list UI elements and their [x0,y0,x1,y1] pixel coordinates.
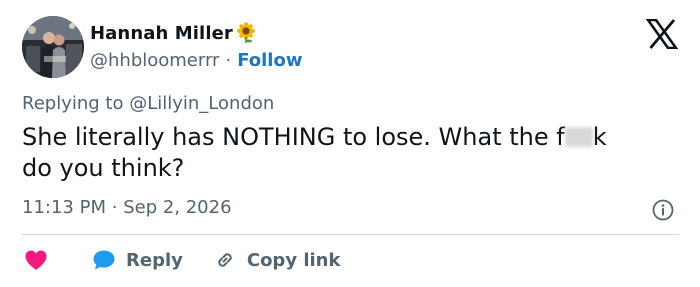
author-name-row: Hannah Miller [90,20,257,46]
copy-link-label: Copy link [246,249,341,271]
tweet-time: 11:13 PM [22,197,106,218]
tweet-text-line1-b: k [592,123,607,151]
heart-icon [24,249,48,271]
action-bar: Reply Copy link [24,246,340,274]
info-icon[interactable] [652,199,674,221]
display-name[interactable]: Hannah Miller [90,23,233,44]
reply-label: Reply [126,249,183,271]
meta-separator: · [111,197,118,218]
author-handle-row: @hhbloomerrr · Follow [90,48,302,72]
handle-separator: · [225,49,232,71]
sunflower-icon [235,22,257,44]
follow-button[interactable]: Follow [237,50,302,71]
link-icon [213,248,237,272]
tweet-text-line1-a: She literally has NOTHING to lose. What … [22,123,565,151]
replying-to: Replying to @Lillyin_London [22,93,274,114]
avatar[interactable] [22,16,84,78]
reply-bubble-icon [92,249,116,271]
tweet-text-line2: do you think? [22,154,185,182]
divider [22,234,679,235]
tweet-card: Hannah Miller @hhbloomerrr · Follow Repl… [0,0,700,287]
author-handle[interactable]: @hhbloomerrr [90,50,219,71]
reply-button[interactable]: Reply [48,249,183,271]
replying-handle[interactable]: @Lillyin_London [129,93,274,114]
like-button[interactable] [24,249,48,271]
x-logo-icon[interactable] [645,18,679,50]
copy-link-button[interactable]: Copy link [183,248,341,272]
tweet-date: Sep 2, 2026 [123,197,232,218]
replying-prefix: Replying to [22,93,124,114]
tweet-text: She literally has NOTHING to lose. What … [22,122,672,184]
tweet-timestamp[interactable]: 11:13 PM · Sep 2, 2026 [22,197,232,218]
censor-blur [564,127,593,147]
